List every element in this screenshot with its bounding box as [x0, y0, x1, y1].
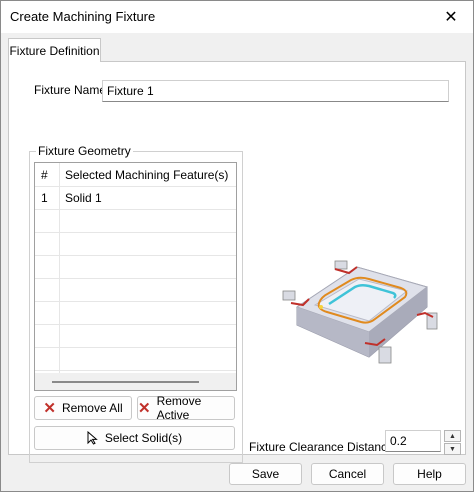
clearance-distance-input[interactable]: [385, 430, 441, 452]
spin-down-icon[interactable]: ▼: [444, 443, 461, 455]
dialog-content: Fixture Definition Fixture Name: Fixture…: [1, 33, 473, 491]
column-header-number: #: [41, 168, 48, 182]
select-solids-button[interactable]: Select Solid(s): [34, 426, 235, 450]
fixture-geometry-group: Fixture Geometry # Selected Machining Fe…: [29, 144, 243, 463]
cancel-button[interactable]: Cancel: [311, 463, 384, 485]
row-feature: Solid 1: [65, 191, 102, 205]
close-button[interactable]: ✕: [429, 1, 473, 33]
clearance-distance-label: Fixture Clearance Distance: [249, 440, 394, 454]
fixture-name-input[interactable]: [102, 80, 449, 102]
remove-x-icon: ✕: [43, 399, 56, 417]
clearance-spinner[interactable]: ▲ ▼: [444, 430, 461, 455]
remove-active-button[interactable]: ✕ Remove Active: [137, 394, 235, 422]
remove-all-label: Remove All: [61, 401, 123, 415]
remove-active-label: Remove Active: [156, 394, 202, 422]
remove-x-icon: ✕: [138, 399, 151, 417]
help-button[interactable]: Help: [393, 463, 466, 485]
empty-row: [35, 232, 236, 256]
fixture-name-label: Fixture Name:: [34, 83, 110, 97]
tab-panel: Fixture Name: Fixture Geometry # Selecte…: [8, 61, 466, 463]
dialog-window: Create Machining Fixture ✕ Fixture Defin…: [0, 0, 474, 492]
horizontal-scrollbar[interactable]: [35, 373, 236, 390]
cursor-arrow-icon: [87, 431, 98, 445]
empty-row: [35, 347, 236, 371]
fixture-preview-image: [282, 260, 438, 364]
clamp-right: [416, 311, 438, 330]
fixture-geometry-label: Fixture Geometry: [36, 144, 133, 158]
select-solids-label: Select Solid(s): [104, 431, 183, 445]
scrollbar-thumb[interactable]: [52, 381, 199, 383]
title-bar[interactable]: Create Machining Fixture ✕: [1, 1, 473, 33]
table-row[interactable]: 1 Solid 1: [35, 186, 236, 210]
empty-row: [35, 301, 236, 325]
empty-row: [35, 324, 236, 348]
spin-up-icon[interactable]: ▲: [444, 430, 461, 442]
column-header-feature: Selected Machining Feature(s): [65, 168, 229, 182]
tab-fixture-definition[interactable]: Fixture Definition: [8, 38, 101, 62]
grid-header-row: # Selected Machining Feature(s): [35, 163, 236, 187]
clamp-left: [282, 290, 310, 307]
empty-row: [35, 255, 236, 279]
window-title: Create Machining Fixture: [10, 9, 156, 24]
features-grid[interactable]: # Selected Machining Feature(s) 1 Solid …: [34, 162, 237, 391]
row-number: 1: [41, 191, 48, 205]
empty-row: [35, 278, 236, 302]
save-button[interactable]: Save: [229, 463, 302, 485]
close-icon: ✕: [444, 9, 458, 26]
empty-row: [35, 209, 236, 233]
remove-all-button[interactable]: ✕ Remove All: [34, 396, 132, 420]
